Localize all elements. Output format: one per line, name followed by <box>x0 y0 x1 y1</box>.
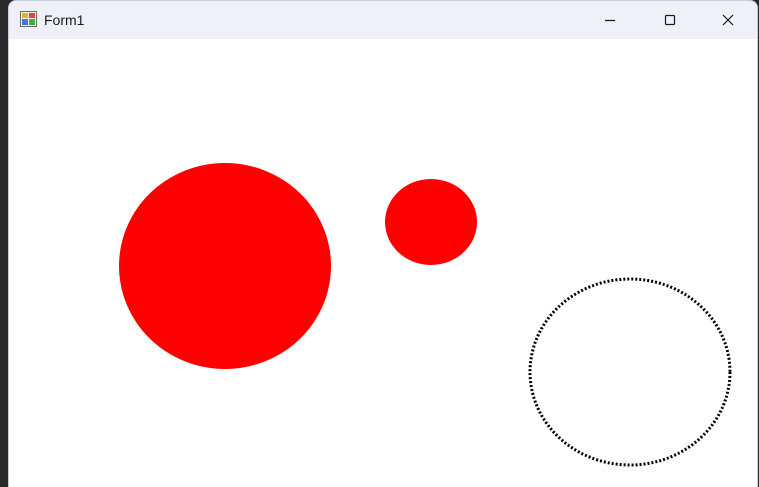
drawing-canvas <box>119 163 732 467</box>
maximize-icon <box>664 14 676 26</box>
maximize-button[interactable] <box>641 1 699 39</box>
window-title: Form1 <box>44 12 85 28</box>
large-red-circle <box>119 163 331 369</box>
minimize-button[interactable] <box>581 1 639 39</box>
winforms-app-icon <box>20 11 37 27</box>
dotted-circle-outline <box>528 277 732 467</box>
minimize-icon <box>604 14 616 26</box>
small-red-circle <box>385 179 477 265</box>
form-client-area <box>9 39 757 487</box>
close-icon <box>722 14 734 26</box>
close-button[interactable] <box>699 1 757 39</box>
form1-window: Form1 <box>8 0 758 487</box>
title-bar[interactable]: Form1 <box>9 1 757 39</box>
